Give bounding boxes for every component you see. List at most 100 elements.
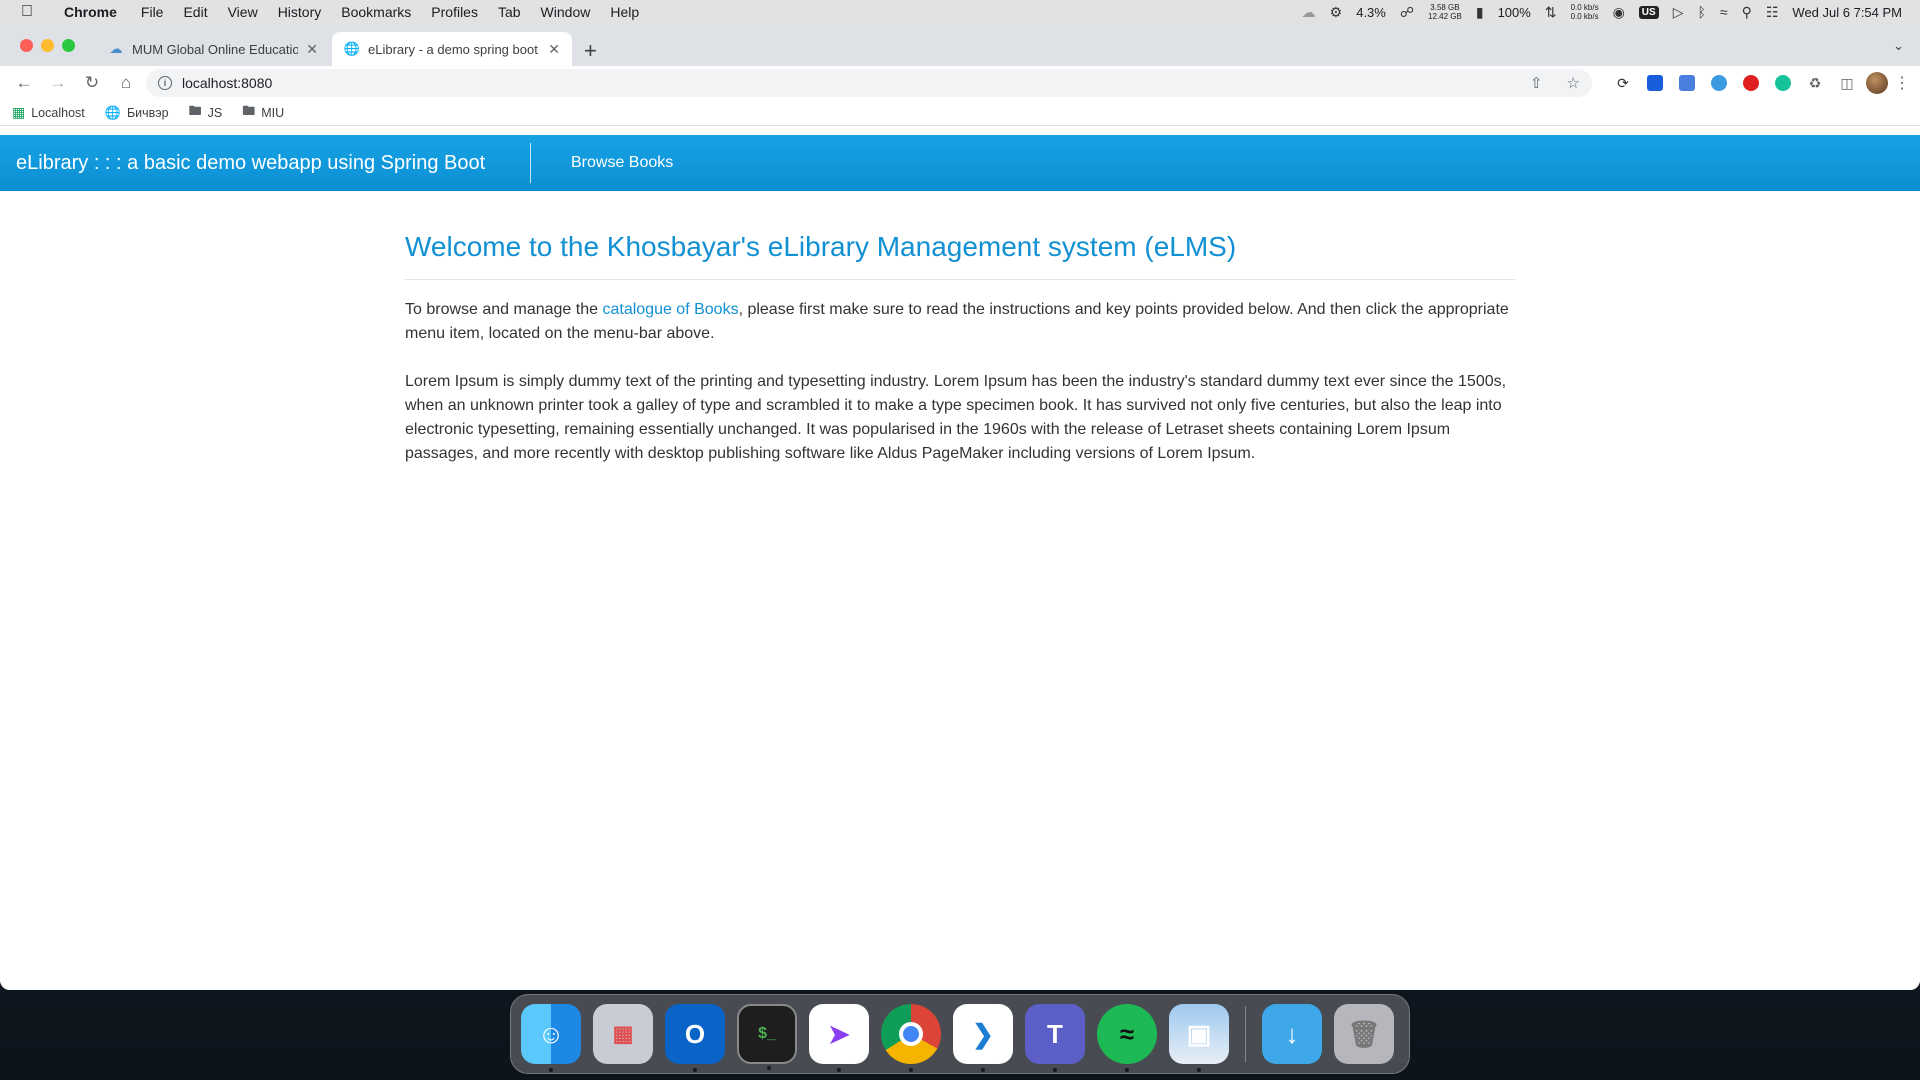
intro-paragraph: To browse and manage the catalogue of Bo…	[405, 298, 1515, 346]
menu-bookmarks[interactable]: Bookmarks	[331, 4, 421, 20]
menu-edit[interactable]: Edit	[173, 4, 217, 20]
bookmark-folder-js[interactable]: 🖿 JS	[189, 102, 223, 124]
running-indicator	[1197, 1068, 1201, 1072]
extension-adblock-icon[interactable]	[1738, 70, 1764, 96]
net-up: 0.0 kb/s	[1570, 3, 1599, 12]
url-text[interactable]: localhost:8080	[182, 75, 1506, 91]
address-bar[interactable]: i localhost:8080 ⇧ ☆	[146, 69, 1592, 97]
page-title: Welcome to the Khosbayar's eLibrary Mana…	[405, 231, 1515, 280]
menu-help[interactable]: Help	[600, 4, 649, 20]
bookmark-bichver[interactable]: 🌐 Бичвэр	[105, 105, 169, 121]
nav-browse-books[interactable]: Browse Books	[571, 154, 673, 172]
more-menu-icon[interactable]: ⋮	[1894, 73, 1910, 93]
network-stats[interactable]: 0.0 kb/s 0.0 kb/s	[1571, 3, 1599, 21]
bookmark-folder-miu[interactable]: 🖿 MIU	[242, 102, 284, 124]
memory-icon[interactable]: ☍	[1400, 4, 1414, 21]
wifi-icon[interactable]: ≈	[1720, 4, 1728, 20]
menubar-clock[interactable]: Wed Jul 6 7:54 PM	[1792, 5, 1902, 20]
tab-title: MUM Global Online Education	[132, 41, 299, 57]
extension-grammarly-icon[interactable]	[1770, 70, 1796, 96]
messenger-icon[interactable]: ➤	[809, 1004, 869, 1072]
mum-favicon-icon: ☁	[109, 41, 123, 56]
net-down: 0.0 kb/s	[1570, 12, 1599, 21]
sheets-icon: ▦	[12, 104, 26, 120]
intro-text-before: To browse and manage the	[405, 301, 603, 318]
finder-icon[interactable]: ☺	[521, 1004, 581, 1072]
trash-icon[interactable]: 🗑	[1334, 1004, 1394, 1064]
share-icon[interactable]: ⇧	[1530, 74, 1543, 92]
forward-arrow-icon[interactable]: →	[44, 69, 72, 97]
chrome-icon[interactable]	[881, 1004, 941, 1072]
home-icon[interactable]: ⌂	[112, 69, 140, 97]
dock-separator	[1245, 1006, 1246, 1062]
menu-history[interactable]: History	[268, 4, 332, 20]
menu-file[interactable]: File	[131, 4, 174, 20]
bookmark-star-icon[interactable]: ☆	[1567, 74, 1580, 92]
apple-icon[interactable]: 	[0, 3, 54, 21]
bookmarks-bar: ▦ Localhost 🌐 Бичвэр 🖿 JS 🖿 MIU	[0, 100, 1920, 126]
preview-icon[interactable]: ▣	[1169, 1004, 1229, 1072]
tab-elibrary[interactable]: 🌐 eLibrary - a demo spring boot ✕	[332, 32, 572, 66]
menu-profiles[interactable]: Profiles	[421, 4, 488, 20]
lorem-paragraph: Lorem Ipsum is simply dummy text of the …	[405, 373, 1507, 462]
spotify-icon[interactable]: ≈	[1097, 1004, 1157, 1072]
play-icon[interactable]: ▷	[1673, 4, 1684, 21]
vscode-icon[interactable]: ❯	[953, 1004, 1013, 1072]
extensions-puzzle-icon[interactable]: ♻	[1802, 70, 1828, 96]
spotlight-search-icon[interactable]: ⚲	[1742, 4, 1752, 21]
memory-free: 12.42 GB	[1428, 12, 1462, 21]
menu-app-chrome[interactable]: Chrome	[54, 4, 131, 20]
memory-stats[interactable]: 3.58 GB 12.42 GB	[1428, 3, 1462, 21]
extension-translate-icon[interactable]	[1674, 70, 1700, 96]
teams-icon[interactable]: T	[1025, 1004, 1085, 1072]
terminal-icon[interactable]: $_	[737, 1004, 797, 1070]
reload-icon[interactable]: ↻	[78, 69, 106, 97]
menu-tab[interactable]: Tab	[488, 4, 531, 20]
tab-search-chevron-icon[interactable]: ⌄	[1893, 38, 1904, 54]
running-indicator	[1125, 1068, 1129, 1072]
minimize-window-button[interactable]	[41, 39, 54, 52]
network-arrows-icon[interactable]: ⇅	[1545, 4, 1557, 21]
site-info-icon[interactable]: i	[158, 76, 172, 90]
running-indicator	[981, 1068, 985, 1072]
bookmark-label: JS	[207, 105, 223, 120]
main-content: Welcome to the Khosbayar's eLibrary Mana…	[405, 191, 1515, 466]
close-tab-icon[interactable]: ✕	[306, 41, 318, 58]
back-arrow-icon[interactable]: ←	[10, 69, 38, 97]
bookmark-label: Бичвэр	[126, 105, 169, 120]
binoculars-icon[interactable]: ◉	[1613, 4, 1625, 21]
cpu-icon[interactable]: ⚙	[1330, 4, 1343, 21]
extension-bitwarden-icon[interactable]	[1642, 70, 1668, 96]
battery-icon[interactable]: ▮	[1476, 4, 1484, 21]
running-indicator	[909, 1068, 913, 1072]
new-tab-icon[interactable]: +	[584, 38, 597, 64]
catalogue-link[interactable]: catalogue of Books	[602, 301, 738, 318]
tab-mum-global[interactable]: ☁ MUM Global Online Education ✕	[96, 32, 330, 66]
control-center-icon[interactable]: ☷	[1766, 4, 1779, 21]
input-source-badge[interactable]: US	[1638, 5, 1659, 19]
bluetooth-icon[interactable]: ᛒ	[1697, 4, 1705, 20]
folder-icon: 🖿	[242, 102, 256, 118]
running-indicator	[767, 1066, 771, 1070]
extension-globe-icon[interactable]	[1706, 70, 1732, 96]
site-navbar: eLibrary : : : a basic demo webapp using…	[0, 135, 1920, 191]
downloads-icon[interactable]: ↓	[1262, 1004, 1322, 1064]
menu-window[interactable]: Window	[531, 4, 601, 20]
side-panel-icon[interactable]: ◫	[1834, 70, 1860, 96]
cpu-percent[interactable]: 4.3%	[1356, 5, 1386, 20]
close-window-button[interactable]	[20, 39, 33, 52]
extension-sync-icon[interactable]: ⟳	[1610, 70, 1636, 96]
running-indicator	[693, 1068, 697, 1072]
running-indicator	[1053, 1068, 1057, 1072]
folder-icon: 🖿	[188, 102, 202, 118]
launchpad-icon[interactable]: ▦	[593, 1004, 653, 1064]
battery-percent[interactable]: 100%	[1498, 5, 1531, 20]
bookmark-localhost[interactable]: ▦ Localhost	[12, 104, 85, 121]
menu-view[interactable]: View	[218, 4, 268, 20]
site-brand[interactable]: eLibrary : : : a basic demo webapp using…	[0, 152, 530, 175]
zoom-window-button[interactable]	[62, 39, 75, 52]
cloud-icon[interactable]: ☁	[1302, 4, 1316, 21]
close-tab-icon[interactable]: ✕	[548, 41, 560, 58]
profile-avatar[interactable]	[1866, 72, 1888, 94]
outlook-icon[interactable]: O	[665, 1004, 725, 1072]
